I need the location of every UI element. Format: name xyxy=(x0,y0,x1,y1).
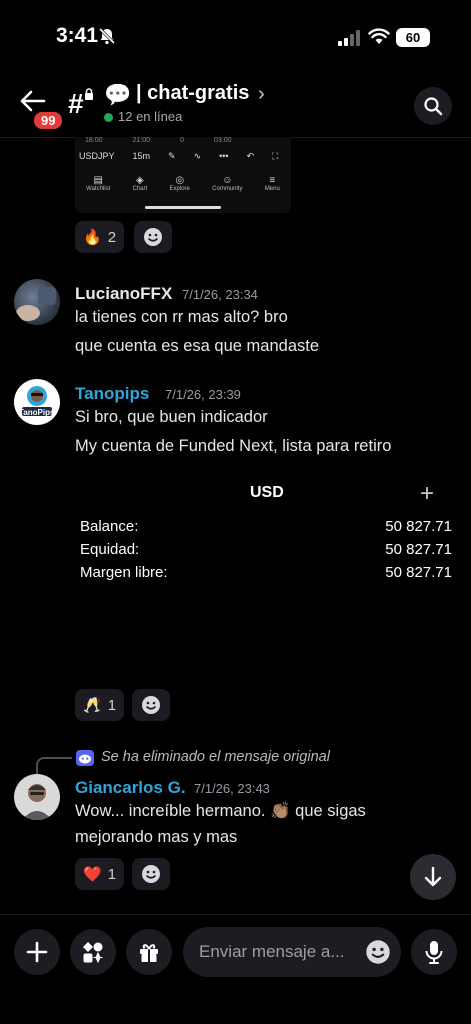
equity-value: 50 827.71 xyxy=(385,541,452,558)
message-author[interactable]: Giancarlos G. xyxy=(75,778,186,798)
reply-connector xyxy=(36,757,72,775)
muted-bell-icon xyxy=(98,27,116,50)
add-reaction-button[interactable] xyxy=(132,689,170,721)
message-text: que cuenta es esa que mandaste xyxy=(75,337,320,355)
free-margin-label: Margen libre: xyxy=(80,564,168,581)
nav-menu: ≡ Menu xyxy=(264,175,280,192)
menu-icon: ≡ xyxy=(269,175,276,186)
status-bar: 3:41 60 xyxy=(0,0,471,70)
message-timestamp: 7/1/26, 23:34 xyxy=(182,287,258,302)
channel-hash-icon: # xyxy=(68,88,84,119)
message-input-placeholder: Enviar mensaje a... xyxy=(199,942,345,961)
discord-icon xyxy=(76,750,94,766)
message-text: mejorando mas y mas xyxy=(75,828,238,846)
add-reaction-button[interactable] xyxy=(134,221,172,253)
smiley-icon xyxy=(144,228,162,246)
interval-label: 15m xyxy=(132,151,151,161)
plus-icon: + xyxy=(420,480,435,507)
fullscreen-icon: ⛶ xyxy=(272,151,279,161)
deleted-reply-notice[interactable]: Se ha eliminado el mensaje original xyxy=(101,749,330,765)
message-composer: Enviar mensaje a... xyxy=(0,914,471,1024)
avatar-label: TanoPips xyxy=(19,408,55,417)
search-button[interactable] xyxy=(414,87,452,125)
chart-time-axis: 18:00 21:00 0 03:00 xyxy=(85,137,232,144)
channel-title[interactable]: | chat-gratis xyxy=(136,82,249,105)
more-icon: ••• xyxy=(219,151,229,161)
smiley-icon xyxy=(366,940,390,964)
indicator-icon: ∿ xyxy=(193,151,202,161)
balance-label: Balance: xyxy=(80,518,139,535)
nav-watchlist: ▤ Watchlist xyxy=(86,175,111,192)
microphone-icon xyxy=(425,941,443,964)
online-count: 12 en línea xyxy=(118,109,183,124)
nav-explore: ◎ Explore xyxy=(169,175,190,192)
nav-community: ☺ Community xyxy=(212,175,243,192)
cell-signal-icon xyxy=(338,30,362,51)
home-indicator xyxy=(145,206,221,209)
voice-message-button[interactable] xyxy=(411,929,457,975)
avatar-luciano[interactable] xyxy=(14,279,60,325)
message-input[interactable]: Enviar mensaje a... xyxy=(183,927,401,977)
channel-header: 99 # 💬 | chat-gratis › 12 en línea xyxy=(0,72,471,138)
message-text: My cuenta de Funded Next, lista para ret… xyxy=(75,437,392,455)
community-icon: ☺ xyxy=(222,175,233,186)
apps-icon xyxy=(83,942,103,964)
attached-image[interactable]: 18:00 21:00 0 03:00 USDJPY 15m ✎ ∿ ••• ↶… xyxy=(75,137,291,213)
compass-icon: ◎ xyxy=(175,175,185,186)
add-attachment-button[interactable] xyxy=(14,929,60,975)
arrow-down-icon xyxy=(424,866,442,887)
message-timestamp: 7/1/26, 23:39 xyxy=(165,387,241,402)
gift-icon xyxy=(140,944,158,962)
equity-label: Equidad: xyxy=(80,541,140,558)
message-text: la tienes con rr mas alto? bro xyxy=(75,308,288,326)
scroll-to-bottom-button[interactable] xyxy=(410,854,456,900)
reaction-clink[interactable]: 🥂 1 xyxy=(75,689,125,721)
undo-icon: ↶ xyxy=(246,151,255,161)
chart-toolbar: USDJPY 15m ✎ ∿ ••• ↶ ⛶ xyxy=(79,151,278,162)
balance-value: 50 827.71 xyxy=(385,518,452,535)
speech-bubble-icon: 💬 xyxy=(104,82,132,107)
gift-button[interactable] xyxy=(126,929,172,975)
message-text: Wow... increíble hermano. 👏🏽 que sigas xyxy=(75,802,366,820)
online-status-dot xyxy=(104,113,113,122)
lock-icon xyxy=(84,88,94,102)
pencil-icon: ✎ xyxy=(168,151,176,161)
symbol-label: USDJPY xyxy=(79,151,115,161)
avatar-giancarlos[interactable] xyxy=(14,774,60,820)
message-author[interactable]: LucianoFFX xyxy=(75,284,172,304)
reaction-fire[interactable]: 🔥 2 xyxy=(75,221,125,253)
avatar-tanopips[interactable]: TanoPips xyxy=(14,379,60,425)
message-author[interactable]: Tanopips xyxy=(75,384,149,404)
message-timestamp: 7/1/26, 23:43 xyxy=(194,781,270,796)
unread-badge: 99 xyxy=(32,110,65,131)
watchlist-icon: ▤ xyxy=(93,175,103,186)
chart-icon: ◈ xyxy=(136,175,144,186)
plus-icon xyxy=(26,941,48,963)
wifi-icon xyxy=(368,28,390,50)
message-text: Si bro, que buen indicador xyxy=(75,408,268,426)
status-time: 3:41 xyxy=(56,24,99,47)
chevron-right-icon[interactable]: › xyxy=(258,83,265,106)
apps-button[interactable] xyxy=(70,929,116,975)
emoji-button[interactable] xyxy=(365,939,391,970)
smiley-icon xyxy=(142,865,160,883)
currency-label: USD xyxy=(250,484,284,501)
app-bottom-nav: ▤ Watchlist ◈ Chart ◎ Explore ☺ Community ≡ M… xyxy=(75,175,291,192)
nav-chart: ◈ Chart xyxy=(132,175,148,192)
free-margin-value: 50 827.71 xyxy=(385,564,452,581)
add-reaction-button[interactable] xyxy=(132,858,170,890)
search-icon xyxy=(424,97,443,116)
battery-indicator: 60 xyxy=(396,28,430,47)
reaction-heart[interactable]: ❤️ 1 xyxy=(75,858,125,890)
smiley-icon xyxy=(142,696,160,714)
